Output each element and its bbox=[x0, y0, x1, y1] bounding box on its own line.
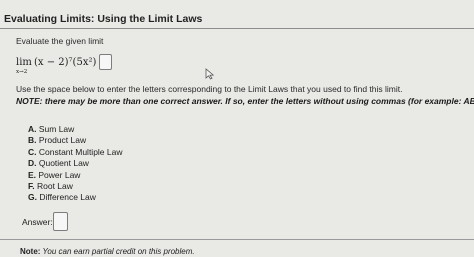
option-label: Power Law bbox=[36, 169, 81, 180]
footer-divider bbox=[0, 239, 474, 240]
option-label: Quotient Law bbox=[36, 158, 89, 169]
header-divider bbox=[0, 28, 474, 29]
option-label: Root Law bbox=[34, 180, 73, 191]
note-text: there may be more than one correct answe… bbox=[42, 96, 474, 106]
option-label: Difference Law bbox=[36, 192, 96, 203]
page-title: Evaluating Limits: Using the Limit Laws bbox=[4, 13, 203, 25]
option-key: D. bbox=[28, 158, 37, 169]
option-label: Sum Law bbox=[36, 124, 75, 134]
answer-input[interactable] bbox=[53, 212, 68, 231]
footer-note-label: Note: bbox=[20, 247, 41, 256]
footer-note-text: You can earn partial credit on this prob… bbox=[40, 247, 195, 256]
option-key: B. bbox=[28, 135, 37, 146]
note-paragraph: NOTE: there may be more than one correct… bbox=[16, 96, 474, 106]
limit-law-options: A. Sum Law B. Product Law C. Constant Mu… bbox=[28, 124, 123, 204]
option-key: A. bbox=[28, 124, 37, 134]
limit-word: lim bbox=[16, 57, 32, 68]
partial-credit-note: Note: You can earn partial credit on thi… bbox=[20, 247, 195, 256]
option-quotient-law: D. Quotient Law bbox=[28, 158, 123, 169]
option-power-law: E. Power Law bbox=[28, 170, 123, 181]
option-key: G. bbox=[28, 192, 37, 203]
option-key: C. bbox=[28, 146, 37, 157]
option-key: E. bbox=[28, 169, 37, 180]
limit-subscript: x→2 bbox=[16, 69, 28, 75]
option-label: Product Law bbox=[36, 135, 87, 146]
option-root-law: F. Root Law bbox=[28, 181, 123, 192]
limit-expression-body: (x − 2)⁷(5x²) = bbox=[34, 57, 108, 68]
option-constant-multiple-law: C. Constant Multiple Law bbox=[28, 147, 123, 158]
option-label: Constant Multiple Law bbox=[36, 146, 123, 157]
option-difference-law: G. Difference Law bbox=[28, 192, 123, 203]
option-key: F. bbox=[28, 180, 35, 191]
answer-label: Answer: bbox=[22, 217, 53, 227]
mouse-pointer-icon bbox=[205, 68, 215, 80]
note-label: NOTE: bbox=[16, 96, 43, 106]
limit-answer-input[interactable] bbox=[99, 54, 112, 70]
option-product-law: B. Product Law bbox=[28, 135, 123, 146]
instructions-paragraph: Use the space below to enter the letters… bbox=[16, 84, 403, 94]
question-instruction: Evaluate the given limit bbox=[16, 36, 104, 46]
option-sum-law: A. Sum Law bbox=[28, 124, 123, 135]
